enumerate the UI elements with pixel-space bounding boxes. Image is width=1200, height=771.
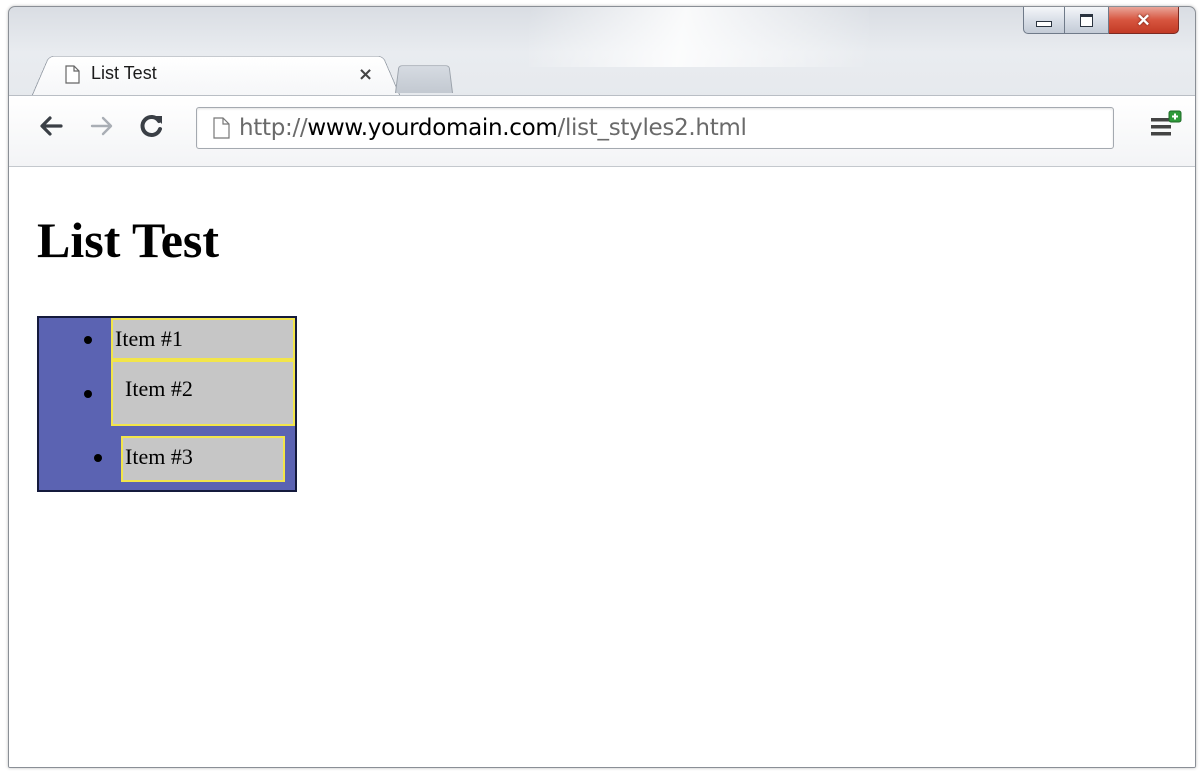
browser-window: ✕ List Test × http://www.yourdomain.com/… xyxy=(8,6,1196,768)
close-window-button[interactable]: ✕ xyxy=(1109,7,1179,34)
url-path: /list_styles2.html xyxy=(557,115,747,141)
new-tab-shape xyxy=(395,65,453,93)
minimize-icon xyxy=(1036,21,1052,27)
page-title: List Test xyxy=(37,212,220,268)
window-controls: ✕ xyxy=(1023,7,1179,34)
address-bar[interactable]: http://www.yourdomain.com/list_styles2.h… xyxy=(196,107,1114,149)
maximize-button[interactable] xyxy=(1065,7,1109,34)
forward-arrow-icon[interactable] xyxy=(88,112,116,140)
page-icon xyxy=(65,65,80,84)
page-content: List Test Item #1 Item #2 Item #3 xyxy=(9,167,1195,767)
page-icon xyxy=(213,117,230,139)
list-bullet xyxy=(84,336,92,344)
browser-toolbar: http://www.yourdomain.com/list_styles2.h… xyxy=(9,95,1195,167)
tab-background xyxy=(31,55,401,97)
list-item-3: Item #3 xyxy=(121,436,285,482)
url-text[interactable]: http://www.yourdomain.com/list_styles2.h… xyxy=(239,115,747,141)
chrome-menu-icon[interactable] xyxy=(1149,110,1183,142)
url-host: www.yourdomain.com xyxy=(307,115,558,141)
url-scheme: http:// xyxy=(239,115,308,141)
tab-list-test[interactable]: List Test × xyxy=(31,51,401,97)
list-bullet xyxy=(94,454,102,462)
tab-title: List Test xyxy=(91,63,157,83)
tab-close-button[interactable]: × xyxy=(358,64,373,85)
list-bullet xyxy=(84,390,92,398)
minimize-button[interactable] xyxy=(1023,7,1065,34)
list-item-1: Item #1 xyxy=(111,318,295,360)
close-icon: ✕ xyxy=(1136,10,1151,30)
maximize-icon xyxy=(1080,13,1093,27)
back-arrow-icon[interactable] xyxy=(37,112,65,140)
new-tab-button[interactable] xyxy=(395,61,453,93)
list-item-2: Item #2 xyxy=(111,360,295,426)
unordered-list: Item #1 Item #2 Item #3 xyxy=(37,316,297,492)
window-glass-highlight xyxy=(529,7,869,67)
reload-icon[interactable] xyxy=(138,112,166,140)
